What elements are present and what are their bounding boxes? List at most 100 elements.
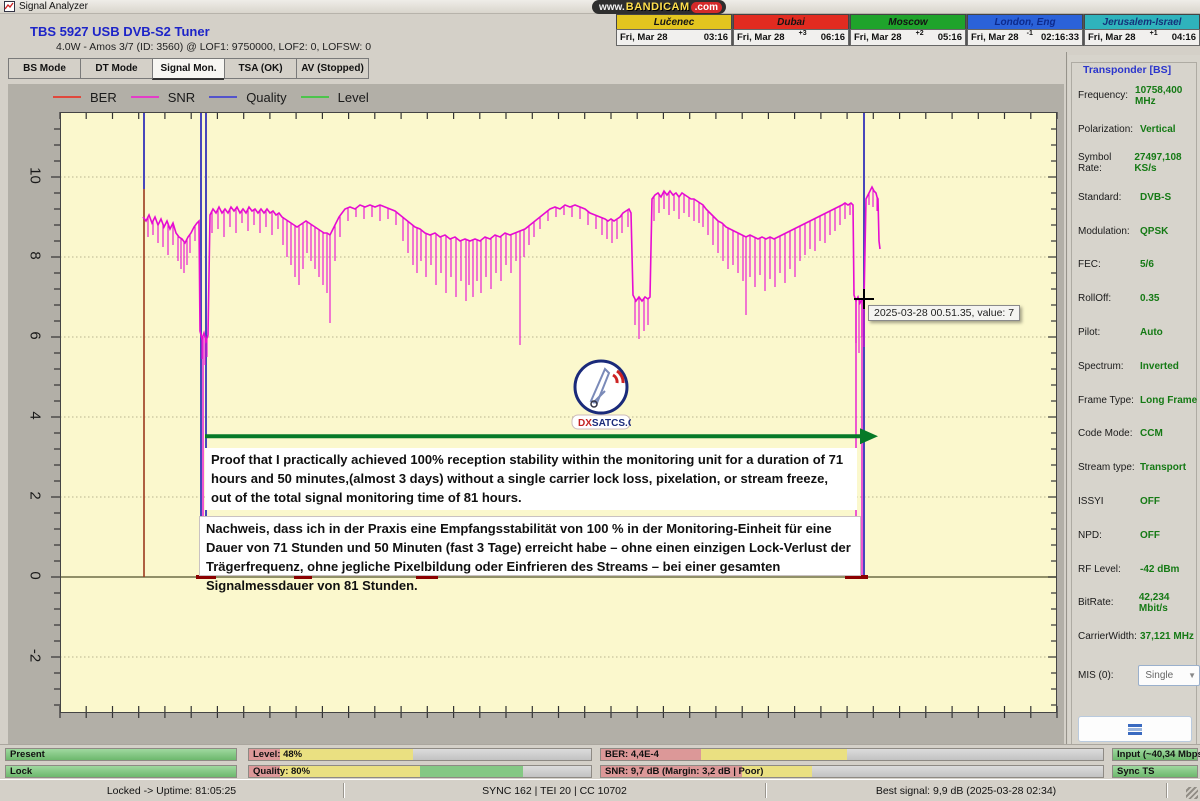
chart-plot-area[interactable]	[60, 112, 1057, 713]
clock-2: DubaiFri, Mar 28+306:16	[733, 14, 850, 46]
legend-item-quality: Quality	[209, 90, 286, 105]
field-label: Modulation:	[1068, 226, 1140, 237]
bar-present: Present	[5, 748, 237, 761]
field-label: Symbol Rate:	[1068, 152, 1134, 174]
crosshair-cursor	[854, 289, 874, 309]
transponder-row-frame-type: Frame Type:Long Frame	[1068, 383, 1200, 417]
bar-input-40-34-mbps: Input (~40,34 Mbps)	[1112, 748, 1198, 761]
clock-time: 04:16	[1172, 32, 1196, 43]
field-label: Spectrum:	[1068, 361, 1140, 372]
chevron-down-icon: ▼	[1188, 671, 1196, 680]
bar-lock: Lock	[5, 765, 237, 778]
field-value: 5/6	[1140, 259, 1154, 270]
clock-date: Fri, Mar 28	[971, 32, 1019, 43]
transponder-row-carrierwidth: CarrierWidth:37,121 MHz	[1068, 620, 1200, 654]
mis-value: Single	[1145, 670, 1173, 681]
tuner-details: 4.0W - Amos 3/7 (ID: 3560) @ LOF1: 97500…	[56, 41, 371, 53]
indicator-bars: Present Level: 48% BER: 4,4E-4 Input (~40,3…	[0, 744, 1200, 780]
tab-bs-mode[interactable]: BS Mode	[8, 58, 80, 79]
window-title: Signal Analyzer	[19, 1, 88, 12]
y-axis-label: -2	[27, 643, 44, 669]
chart-legend: BER SNR Quality Level	[53, 87, 369, 107]
clock-time: 02:16:33	[1041, 32, 1079, 43]
legend-item-level: Level	[301, 90, 369, 105]
clock-date: Fri, Mar 28	[620, 32, 668, 43]
tab-dt-mode[interactable]: DT Mode	[80, 58, 152, 79]
transponder-row-fec: FEC:5/6	[1068, 248, 1200, 282]
bar-level-48: Level: 48%	[248, 748, 592, 761]
field-value: Long Frame	[1140, 395, 1197, 406]
annotation-german: Nachweis, dass ich in der Praxis eine Em…	[199, 516, 861, 576]
clock-1: LučenecFri, Mar 2803:16	[616, 14, 733, 46]
bar-label: Sync TS	[1117, 766, 1155, 778]
clock-city: Jerusalem-Israel	[1084, 14, 1200, 29]
mis-dropdown[interactable]: Single ▼	[1138, 665, 1200, 686]
clock-city: Dubai	[733, 14, 849, 29]
field-value: OFF	[1140, 496, 1160, 507]
bar-label: Level: 48%	[253, 749, 302, 761]
mode-tabs: BS ModeDT ModeSignal Mon.TSA (OK)AV (Sto…	[8, 58, 369, 80]
transponder-row-pilot: Pilot:Auto	[1068, 316, 1200, 350]
field-label: RollOff:	[1068, 293, 1140, 304]
field-value: 37,121 MHz	[1140, 631, 1194, 642]
field-value: Auto	[1140, 327, 1163, 338]
indicator-row-1: Present Level: 48% BER: 4,4E-4 Input (~40,3…	[0, 748, 1198, 761]
field-value: OFF	[1140, 530, 1160, 541]
bar-ber-4-4e-4: BER: 4,4E-4	[600, 748, 1104, 761]
status-uptime: Locked -> Uptime: 81:05:25	[0, 783, 344, 798]
tab-tsa-ok[interactable]: TSA (OK)	[224, 58, 296, 79]
clock-date: Fri, Mar 28	[854, 32, 902, 43]
field-label: Frame Type:	[1068, 395, 1140, 406]
y-axis-label: 0	[27, 563, 44, 589]
transponder-row-npd: NPD:OFF	[1068, 518, 1200, 552]
clock-offset: +1	[1136, 30, 1172, 37]
signal-monitor-chart: BERSNRQualityLevel 1086420-2 Proof that …	[8, 84, 1064, 744]
field-label: ISSYI	[1068, 496, 1140, 507]
tab-signal-mon[interactable]: Signal Mon.	[152, 58, 224, 80]
y-axis-label: 6	[27, 323, 44, 349]
watermark-dotcom: .com	[691, 2, 722, 13]
legend-label: Level	[338, 90, 369, 105]
status-sync: SYNC 162 | TEI 20 | CC 10702	[344, 783, 766, 798]
bar-label: Input (~40,34 Mbps)	[1117, 749, 1200, 761]
legend-item-ber: BER	[53, 90, 117, 105]
panel-list-button[interactable]	[1078, 716, 1192, 742]
mis-label: MIS (0):	[1068, 670, 1138, 681]
transponder-panel: Transponder [BS] Frequency:10758,400 MHz…	[1068, 55, 1200, 744]
tab-av-stopped[interactable]: AV (Stopped)	[296, 58, 369, 79]
legend-swatch	[301, 96, 329, 98]
transponder-row-code-mode: Code Mode:CCM	[1068, 417, 1200, 451]
y-axis-label: 8	[27, 243, 44, 269]
list-icon	[1127, 724, 1143, 735]
resize-grip[interactable]	[1186, 787, 1198, 799]
transponder-row-rf-level: RF Level:-42 dBm	[1068, 552, 1200, 586]
bandicam-watermark: www. BANDICAM .com	[592, 0, 726, 14]
transponder-row-rolloff: RollOff:0.35	[1068, 282, 1200, 316]
chart-tooltip: 2025-03-28 00.51.35, value: 7	[868, 305, 1020, 321]
y-axis-label: 2	[27, 483, 44, 509]
field-label: CarrierWidth:	[1068, 631, 1140, 642]
clock-date: Fri, Mar 28	[1088, 32, 1136, 43]
clock-time: 05:16	[938, 32, 962, 43]
field-label: Pilot:	[1068, 327, 1140, 338]
field-value: Vertical	[1140, 124, 1176, 135]
field-label: FEC:	[1068, 259, 1140, 270]
field-value: QPSK	[1140, 226, 1168, 237]
status-best-signal: Best signal: 9,9 dB (2025-03-28 02:34)	[766, 783, 1167, 798]
bar-label: Quality: 80%	[253, 766, 310, 778]
clock-city: Lučenec	[616, 14, 732, 29]
clock-offset: +3	[785, 30, 821, 37]
dxsatcs-logo: DXSATCS.COM	[571, 357, 631, 433]
legend-label: SNR	[168, 90, 195, 105]
clock-3: MoscowFri, Mar 28+205:16	[850, 14, 967, 46]
bar-label: Present	[10, 749, 45, 761]
transponder-row-polarization: Polarization:Vertical	[1068, 113, 1200, 147]
watermark-name: BANDICAM	[626, 1, 690, 13]
clock-date: Fri, Mar 28	[737, 32, 785, 43]
legend-swatch	[53, 96, 81, 98]
bar-segment-green	[420, 766, 523, 777]
mis-row: MIS (0): Single ▼	[1068, 665, 1200, 686]
legend-swatch	[209, 96, 237, 98]
field-value: 27497,108 KS/s	[1134, 152, 1200, 174]
transponder-row-standard: Standard:DVB-S	[1068, 180, 1200, 214]
